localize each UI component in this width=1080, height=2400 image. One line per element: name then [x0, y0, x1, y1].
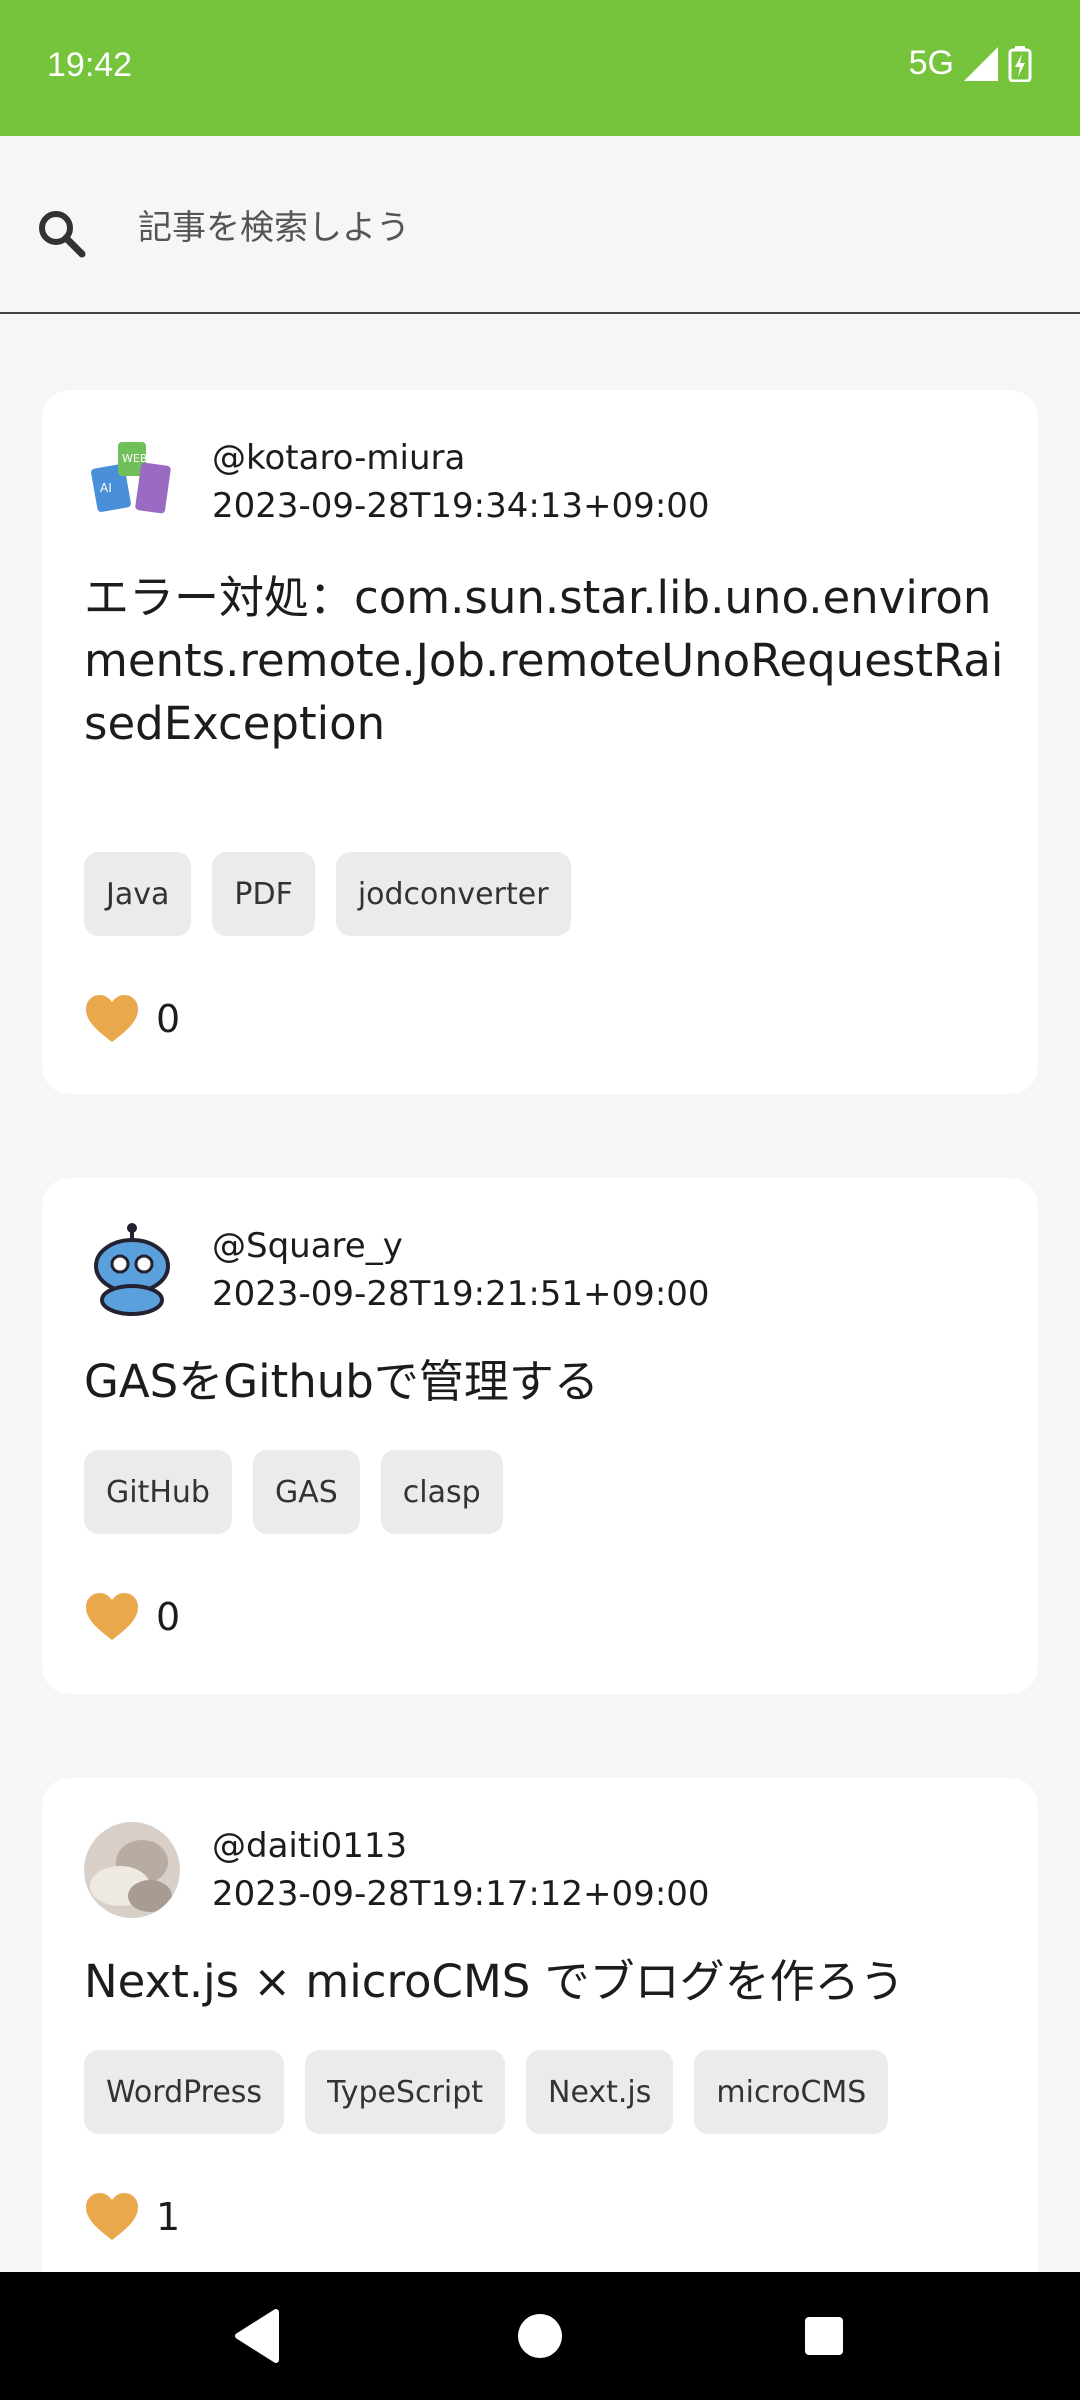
like-group: 1 — [84, 2192, 180, 2242]
avatar-robot-icon — [84, 1222, 180, 1318]
status-time: 19:42 — [47, 46, 133, 84]
author-name[interactable]: @kotaro-miura — [212, 438, 465, 478]
post-title[interactable]: エラー対処：com.sun.star.lib.uno.environments.… — [84, 566, 1004, 755]
avatar-books-icon: WEB AI — [84, 434, 180, 530]
signal-icon — [964, 46, 998, 81]
network-type: 5G — [908, 44, 954, 82]
search-input[interactable] — [138, 194, 1018, 262]
back-triangle-icon[interactable] — [232, 2304, 280, 2368]
article-feed[interactable]: WEB AI @kotaro-miura 2023-09-28T19:34:13… — [0, 314, 1080, 2272]
like-count: 0 — [156, 997, 181, 1041]
avatar[interactable]: WEB AI — [84, 434, 180, 530]
svg-text:AI: AI — [100, 481, 112, 495]
avatar[interactable] — [84, 1222, 180, 1318]
article-card[interactable]: @daiti0113 2023-09-28T19:17:12+09:00 Nex… — [42, 1778, 1038, 2272]
post-date: 2023-09-28T19:21:51+09:00 — [212, 1274, 710, 1314]
recents-square-icon[interactable] — [800, 2304, 848, 2368]
tag-chip[interactable]: Java — [84, 852, 192, 936]
search-icon[interactable] — [36, 208, 88, 260]
like-count: 1 — [156, 2195, 181, 2239]
tag-chip[interactable]: Next.js — [526, 2050, 674, 2134]
search-bar — [0, 136, 1080, 314]
avatar[interactable] — [84, 1822, 180, 1918]
tag-list: GitHub GAS clasp — [84, 1450, 503, 1534]
tag-chip[interactable]: clasp — [380, 1450, 503, 1534]
heart-icon[interactable] — [84, 994, 140, 1044]
avatar-photo-icon — [84, 1822, 180, 1918]
post-date: 2023-09-28T19:17:12+09:00 — [212, 1874, 710, 1914]
author-name[interactable]: @daiti0113 — [212, 1826, 407, 1866]
tag-chip[interactable]: microCMS — [694, 2050, 889, 2134]
tag-chip[interactable]: GAS — [252, 1450, 360, 1534]
status-icons: 5G — [909, 44, 1032, 83]
tag-chip[interactable]: PDF — [212, 852, 315, 936]
heart-icon[interactable] — [84, 2192, 140, 2242]
author-name[interactable]: @Square_y — [212, 1226, 403, 1266]
post-title[interactable]: GASをGithubで管理する — [84, 1350, 1004, 1413]
battery-charging-icon — [1008, 45, 1032, 82]
post-title[interactable]: Next.js × microCMS でブログを作ろう — [84, 1950, 1004, 2013]
tag-list: WordPress TypeScript Next.js microCMS — [84, 2050, 889, 2134]
system-nav-bar — [0, 2272, 1080, 2400]
like-count: 0 — [156, 1595, 181, 1639]
post-date: 2023-09-28T19:34:13+09:00 — [212, 486, 710, 526]
article-card[interactable]: @Square_y 2023-09-28T19:21:51+09:00 GASを… — [42, 1178, 1038, 1694]
tag-chip[interactable]: jodconverter — [335, 852, 571, 936]
like-group: 0 — [84, 1592, 180, 1642]
tag-chip[interactable]: TypeScript — [305, 2050, 505, 2134]
tag-chip[interactable]: WordPress — [84, 2050, 285, 2134]
article-card[interactable]: WEB AI @kotaro-miura 2023-09-28T19:34:13… — [42, 390, 1038, 1094]
status-bar: 19:42 5G — [0, 0, 1080, 136]
like-group: 0 — [84, 994, 180, 1044]
heart-icon[interactable] — [84, 1592, 140, 1642]
home-circle-icon[interactable] — [516, 2304, 564, 2368]
tag-chip[interactable]: GitHub — [84, 1450, 232, 1534]
tag-list: Java PDF jodconverter — [84, 852, 571, 936]
svg-text:WEB: WEB — [122, 452, 147, 465]
